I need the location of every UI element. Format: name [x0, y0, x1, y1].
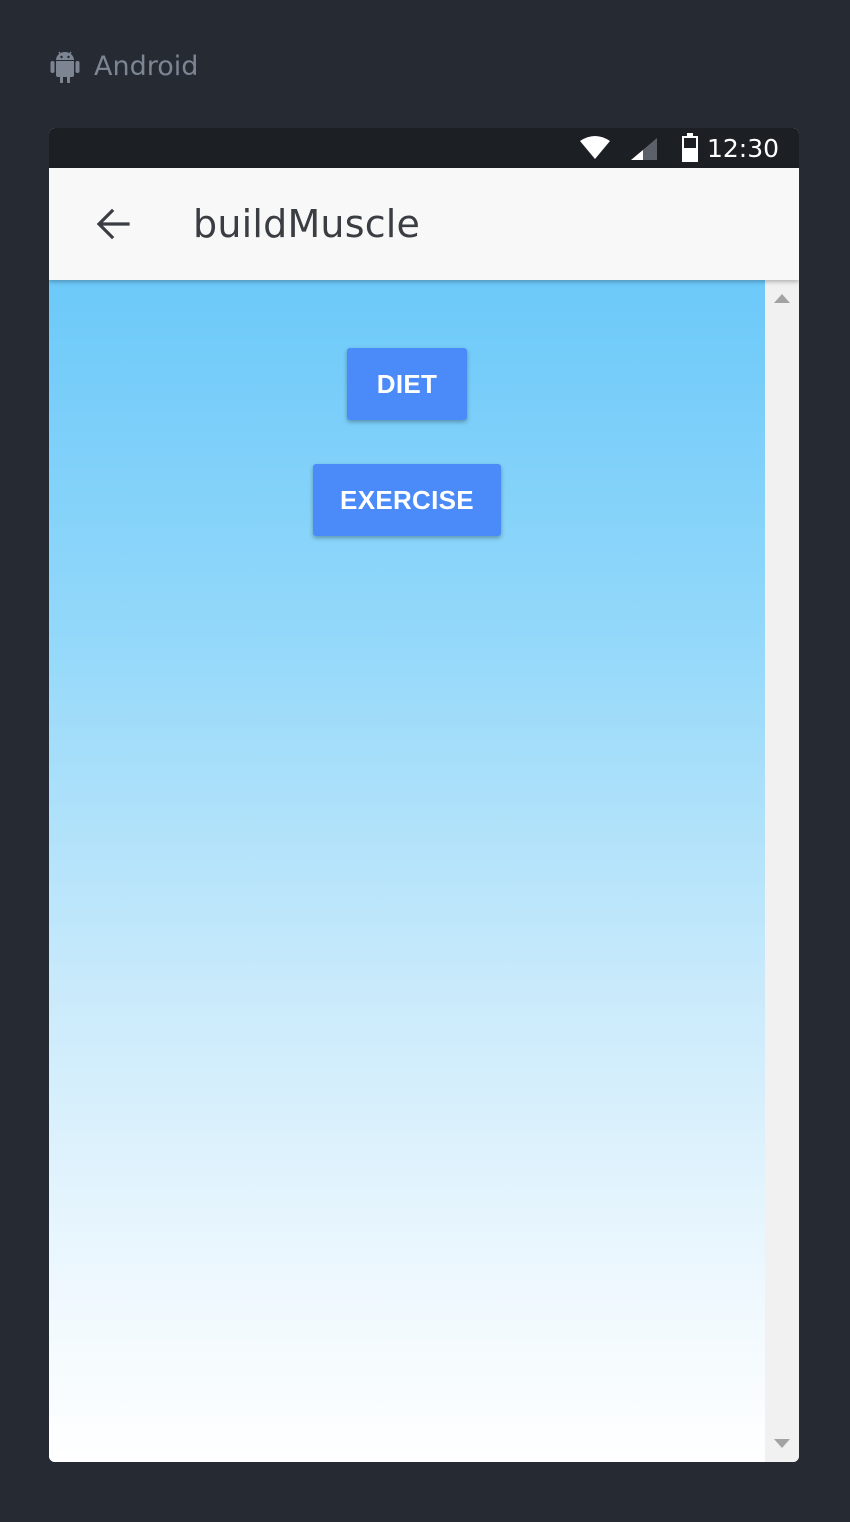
signal-icon: [631, 138, 657, 160]
scrollbar[interactable]: [765, 280, 799, 1462]
diet-button[interactable]: DIET: [347, 348, 467, 420]
app-bar: buildMuscle: [49, 168, 799, 280]
wifi-icon: [580, 136, 610, 159]
back-button[interactable]: [89, 200, 137, 248]
scroll-up-arrow-icon[interactable]: [774, 294, 790, 303]
content-area: DIET EXERCISE: [49, 280, 765, 1462]
arrow-back-icon: [96, 208, 130, 240]
device-frame: 12:30 buildMuscle DIET EXERCISE: [49, 128, 799, 1462]
platform-label-text: Android: [94, 50, 199, 82]
status-bar: 12:30: [49, 128, 799, 168]
platform-label: Android: [50, 46, 198, 86]
status-clock: 12:30: [706, 134, 779, 163]
exercise-button[interactable]: EXERCISE: [313, 464, 501, 536]
page-title: buildMuscle: [193, 202, 421, 246]
battery-icon: [682, 133, 698, 162]
android-icon: [50, 51, 80, 83]
scroll-down-arrow-icon[interactable]: [774, 1439, 790, 1448]
